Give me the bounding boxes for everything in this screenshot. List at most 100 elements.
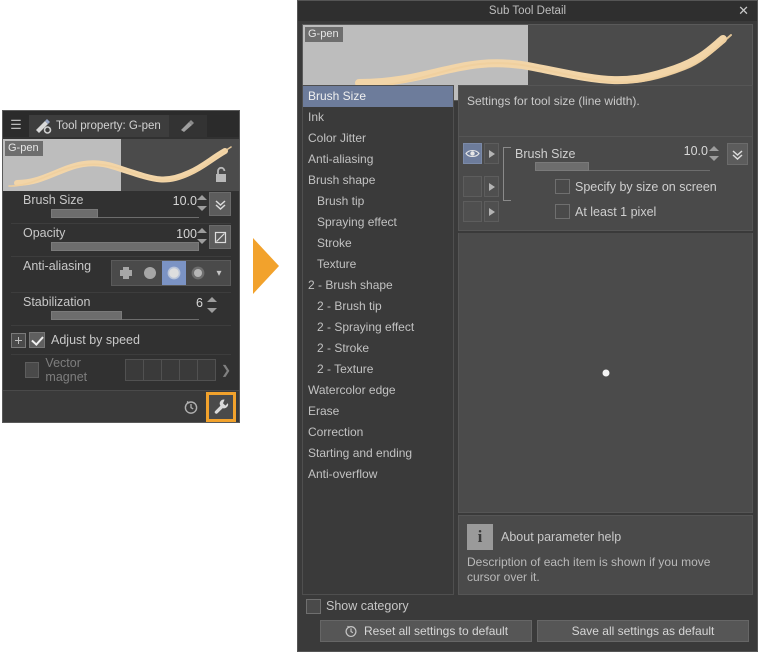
antialiasing-row: Anti-aliasing ▾ — [11, 257, 231, 293]
category-item-ink[interactable]: Ink — [303, 107, 453, 128]
category-item-brush-shape[interactable]: Brush shape — [303, 170, 453, 191]
save-all-settings-button[interactable]: Save all settings as default — [537, 620, 749, 642]
help-title: About parameter help — [501, 530, 622, 544]
category-item-brush-tip[interactable]: Brush tip — [303, 191, 453, 212]
vector-magnet-cell[interactable] — [160, 358, 180, 381]
vector-magnet-checkbox[interactable] — [25, 361, 40, 378]
vector-magnet-row: Vector magnet ❯ — [11, 354, 231, 384]
parameter-rows: Brush Size 10.0 Specify by size on scree… — [458, 137, 753, 231]
preview-label: G-pen — [5, 141, 43, 156]
param-brush-size-stepper[interactable] — [709, 146, 719, 161]
vector-magnet-cell[interactable] — [142, 358, 162, 381]
category-item-color-jitter[interactable]: Color Jitter — [303, 128, 453, 149]
param-brush-size-extra-button[interactable] — [727, 143, 748, 165]
opacity-label: Opacity — [23, 226, 66, 240]
brush-size-slider[interactable] — [51, 209, 199, 218]
category-item-stroke[interactable]: Stroke — [303, 233, 453, 254]
vector-magnet-cell[interactable] — [178, 358, 198, 381]
category-item-2-stroke[interactable]: 2 - Stroke — [303, 338, 453, 359]
tool-property-body: Brush Size 10.0 Opacity 100 Anti-aliasin… — [3, 191, 239, 384]
category-item-2-brush-shape[interactable]: 2 - Brush shape — [303, 275, 453, 296]
param-at-least-1-pixel-row: At least 1 pixel — [459, 199, 752, 224]
unlock-icon[interactable] — [213, 166, 229, 184]
param-brush-size-slider-fill — [535, 162, 590, 171]
category-item-watercolor-edge[interactable]: Watercolor edge — [303, 380, 453, 401]
brush-tip-dot — [602, 369, 609, 376]
triangle-right-icon[interactable] — [484, 143, 499, 164]
stabilization-slider-fill — [51, 311, 123, 320]
antialiasing-option-weak[interactable] — [138, 261, 162, 285]
expand-plus-icon[interactable] — [11, 332, 26, 348]
vector-magnet-cell[interactable] — [196, 358, 216, 381]
arrow-right-triangle — [253, 238, 279, 294]
show-category-row: Show category — [298, 595, 757, 617]
settings-description: Settings for tool size (line width). — [458, 85, 753, 137]
reset-all-settings-button[interactable]: Reset all settings to default — [320, 620, 532, 642]
chevron-right-icon[interactable]: ❯ — [221, 363, 231, 377]
category-item-anti-aliasing[interactable]: Anti-aliasing — [303, 149, 453, 170]
opacity-value: 100 — [176, 227, 197, 241]
antialiasing-option-medium[interactable] — [162, 261, 186, 285]
brush-size-extra-button[interactable] — [209, 192, 231, 216]
category-item-starting-and-ending[interactable]: Starting and ending — [303, 443, 453, 464]
stabilization-slider[interactable] — [51, 311, 199, 320]
at-least-1-pixel-checkbox[interactable] — [555, 204, 570, 219]
antialiasing-option-none[interactable] — [114, 261, 138, 285]
tab-tool-property[interactable]: Tool property: G-pen — [29, 115, 169, 137]
param-brush-size-row: Brush Size 10.0 — [459, 141, 752, 171]
eye-icon[interactable] — [463, 143, 482, 164]
vector-magnet-cells[interactable] — [124, 358, 216, 381]
sub-tool-detail-dialog: Sub Tool Detail ✕ G-pen Brush Size Ink C… — [297, 0, 758, 652]
stabilization-value: 6 — [196, 296, 203, 310]
close-icon[interactable]: ✕ — [738, 1, 749, 21]
tool-property-footer — [3, 390, 239, 422]
stabilization-stepper[interactable] — [207, 297, 217, 313]
triangle-right-icon[interactable] — [484, 176, 499, 197]
pen-icon — [36, 119, 52, 134]
chevron-down-icon[interactable]: ▾ — [210, 268, 228, 279]
show-category-checkbox[interactable] — [306, 598, 321, 614]
category-item-brush-size[interactable]: Brush Size — [303, 86, 453, 107]
category-list[interactable]: Brush Size Ink Color Jitter Anti-aliasin… — [302, 85, 454, 595]
opacity-slider-fill — [51, 242, 199, 251]
reset-all-settings-label: Reset all settings to default — [363, 624, 509, 638]
category-item-spraying-effect[interactable]: Spraying effect — [303, 212, 453, 233]
param-brush-size-label: Brush Size — [515, 146, 576, 161]
antialiasing-option-strong[interactable] — [186, 261, 210, 285]
adjust-by-speed-checkbox[interactable] — [29, 332, 45, 348]
no-blend-icon — [214, 231, 226, 243]
category-item-anti-overflow[interactable]: Anti-overflow — [303, 464, 453, 485]
brush-size-slider-fill — [51, 209, 99, 218]
vector-magnet-cell[interactable] — [124, 358, 144, 381]
info-icon: i — [467, 524, 493, 550]
help-title-row: i About parameter help — [467, 524, 744, 550]
category-item-2-spraying-effect[interactable]: 2 - Spraying effect — [303, 317, 453, 338]
param-specify-size-row: Specify by size on screen — [459, 174, 752, 199]
medium-icon — [167, 266, 181, 280]
tab-secondary[interactable] — [168, 115, 207, 137]
reset-clock-icon[interactable] — [179, 395, 203, 419]
settings-column: Settings for tool size (line width). Bru… — [458, 85, 753, 595]
category-item-erase[interactable]: Erase — [303, 401, 453, 422]
param-brush-size-slider[interactable] — [535, 162, 710, 171]
opacity-extra-button[interactable] — [209, 225, 231, 249]
opacity-slider[interactable] — [51, 242, 199, 251]
visibility-toggle[interactable] — [463, 201, 482, 222]
menu-icon[interactable]: ☰ — [3, 111, 29, 137]
category-item-correction[interactable]: Correction — [303, 422, 453, 443]
specify-by-size-checkbox[interactable] — [555, 179, 570, 194]
wrench-icon[interactable] — [206, 391, 236, 422]
category-item-texture[interactable]: Texture — [303, 254, 453, 275]
adjust-by-speed-row: Adjust by speed — [11, 326, 231, 354]
sub-tool-main: Brush Size Ink Color Jitter Anti-aliasin… — [302, 85, 753, 595]
tool-property-palette: ☰ Tool property: G-pen G-pen Brush Size … — [2, 110, 240, 423]
category-item-2-texture[interactable]: 2 - Texture — [303, 359, 453, 380]
strong-icon — [191, 266, 205, 280]
double-chevron-down-icon — [215, 199, 225, 210]
triangle-right-icon[interactable] — [484, 201, 499, 222]
specify-by-size-label: Specify by size on screen — [575, 179, 717, 194]
visibility-toggle[interactable] — [463, 176, 482, 197]
opacity-row: Opacity 100 — [11, 224, 231, 257]
category-item-2-brush-tip[interactable]: 2 - Brush tip — [303, 296, 453, 317]
reset-clock-icon — [345, 625, 357, 638]
